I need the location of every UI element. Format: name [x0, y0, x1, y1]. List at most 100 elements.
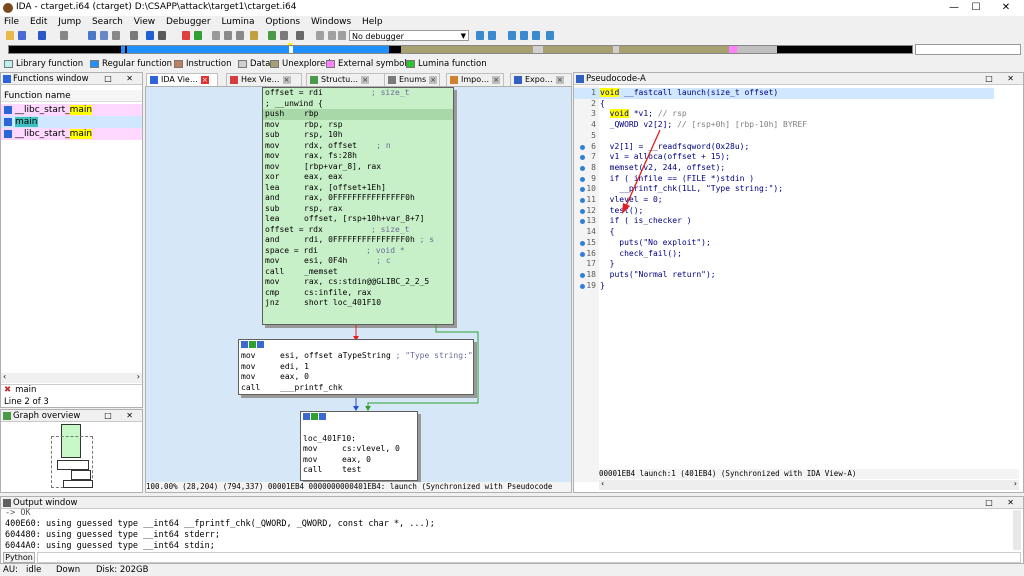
debugger-select[interactable]: No debugger ▼: [349, 30, 469, 41]
tab-hex-view[interactable]: Hex Vie… ×: [226, 73, 302, 86]
menu-windows[interactable]: Windows: [307, 16, 355, 29]
search-text-icon[interactable]: [130, 31, 138, 40]
menu-help[interactable]: Help: [358, 16, 387, 29]
menu-file[interactable]: File: [0, 16, 23, 29]
pause-icon[interactable]: [328, 31, 336, 40]
menu-jump[interactable]: Jump: [54, 16, 85, 29]
color-legend: Library function Regular function Instru…: [0, 57, 1024, 69]
legend-regular-function: Regular function: [90, 59, 172, 69]
function-icon: [4, 105, 12, 114]
lumina-push-icon[interactable]: [520, 31, 528, 40]
asm-line[interactable]: mov edi, 1: [239, 362, 473, 373]
tab-imports[interactable]: Impo… ×: [446, 73, 504, 86]
chevron-down-icon: ▼: [460, 32, 466, 40]
menu-view[interactable]: View: [130, 16, 159, 29]
asm-mnemonic: call: [303, 465, 323, 474]
binary-search-icon[interactable]: [158, 31, 166, 40]
asm-line[interactable]: mov cs:vlevel, 0: [301, 444, 417, 455]
lumina-view-icon[interactable]: [532, 31, 540, 40]
function-icon: [4, 117, 12, 126]
close-tab-icon[interactable]: ×: [282, 76, 291, 84]
menu-lumina[interactable]: Lumina: [217, 16, 258, 29]
tab-enums[interactable]: Enums ×: [384, 73, 440, 86]
down-arrow-icon[interactable]: [146, 31, 154, 40]
python-language-button[interactable]: Python: [3, 552, 35, 563]
output-line: 604480: using guessed type __int64 stder…: [5, 530, 220, 540]
asm-line[interactable]: loc_401F10:: [301, 434, 417, 445]
graph-node-printf[interactable]: mov esi, offset aTypeString ; "Type strin…: [238, 339, 474, 395]
functions-window-title: Functions window □ ✕: [1, 73, 142, 85]
tab-exports[interactable]: Expo… ×: [510, 73, 572, 86]
copy-icon[interactable]: [88, 31, 96, 40]
forward-icon[interactable]: [60, 31, 68, 40]
maximize-button[interactable]: ☐: [966, 1, 986, 15]
close-tab-icon[interactable]: ×: [492, 76, 501, 84]
close-tab-icon[interactable]: ×: [555, 76, 564, 84]
asm-operand: esi, offset aTypeString: [280, 351, 391, 360]
hex-icon: [230, 76, 238, 84]
output-scrollbar[interactable]: [1013, 510, 1021, 550]
enum-icon[interactable]: [280, 31, 288, 40]
struct-icon[interactable]: [268, 31, 276, 40]
data-icon[interactable]: [224, 31, 232, 40]
ida-view-graph[interactable]: offset = rdi ; size_t; __unwind {push rbp…: [145, 86, 572, 493]
function-item-main[interactable]: main: [1, 116, 142, 128]
asm-comment: ; "Type string:": [390, 351, 473, 360]
function-item-libc-start-main-2[interactable]: __libc_start_main: [1, 128, 142, 140]
asm-line[interactable]: mov eax, 0: [239, 372, 473, 383]
paste-icon[interactable]: [100, 31, 108, 40]
minimize-button[interactable]: —: [944, 1, 964, 15]
close-button[interactable]: ✕: [996, 1, 1016, 15]
menu-edit[interactable]: Edit: [26, 16, 51, 29]
green-circle-icon[interactable]: [194, 31, 202, 40]
panel-buttons[interactable]: □ ✕: [985, 497, 1020, 509]
close-search-icon[interactable]: ✖: [4, 385, 11, 395]
status-disk: Disk: 202GB: [96, 565, 149, 575]
segment-select[interactable]: [915, 44, 1021, 55]
function-search-box[interactable]: ✖ main: [1, 384, 142, 396]
asm-line[interactable]: mov esi, offset aTypeString ; "Type strin…: [239, 351, 473, 362]
asm-mnemonic: mov: [303, 454, 318, 464]
graph-node-loc-401f10[interactable]: loc_401F10: mov cs:vlevel, 0 mov eax, 0 call t…: [300, 411, 418, 481]
panel-buttons[interactable]: □ ✕: [104, 73, 139, 85]
asm-line[interactable]: call test: [301, 465, 417, 476]
x-icon[interactable]: [296, 31, 304, 40]
menu-options[interactable]: Options: [261, 16, 304, 29]
close-tab-icon[interactable]: ×: [361, 76, 370, 84]
output-line: -> OK: [5, 508, 31, 518]
close-tab-icon[interactable]: ×: [200, 76, 209, 84]
menu-search[interactable]: Search: [88, 16, 127, 29]
find-icon[interactable]: [112, 31, 120, 40]
tab-ida-view[interactable]: IDA Vie… ×: [146, 73, 218, 86]
play-icon[interactable]: [316, 31, 324, 40]
command-input[interactable]: [37, 552, 1021, 563]
tab-structures[interactable]: Structu… ×: [306, 73, 390, 86]
string-icon[interactable]: [236, 31, 244, 40]
back-icon[interactable]: [38, 31, 46, 40]
legend-data: Data: [238, 59, 270, 69]
attach-icon[interactable]: [488, 31, 496, 40]
patch-icon[interactable]: [250, 31, 258, 40]
asm-line[interactable]: call ___printf_chk: [239, 383, 473, 394]
function-name-column-header[interactable]: Function name: [1, 90, 142, 102]
asm-line[interactable]: [301, 423, 417, 434]
lumina-pull-icon[interactable]: [508, 31, 516, 40]
pseudocode-hscrollbar[interactable]: ‹ ›: [599, 479, 1019, 490]
function-item-libc-start-main[interactable]: __libc_start_main: [1, 104, 142, 116]
close-tab-icon[interactable]: ×: [429, 76, 438, 84]
lumina-diff-icon[interactable]: [546, 31, 554, 40]
graph-icon[interactable]: [182, 31, 190, 40]
status-au-label: AU:: [3, 565, 18, 575]
run-icon[interactable]: [476, 31, 484, 40]
save-icon[interactable]: [18, 31, 26, 40]
open-icon[interactable]: [6, 31, 14, 40]
asm-operand: ___printf_chk: [280, 382, 343, 392]
code-icon[interactable]: [212, 31, 220, 40]
panel-buttons[interactable]: □ ✕: [104, 410, 139, 422]
menu-debugger[interactable]: Debugger: [162, 16, 215, 29]
horizontal-scrollbar[interactable]: ‹ ›: [1, 372, 142, 383]
navigation-band[interactable]: [8, 45, 913, 54]
stop-icon[interactable]: [338, 31, 346, 40]
asm-line[interactable]: mov eax, 0: [301, 455, 417, 466]
asm-mnemonic: mov: [241, 351, 256, 360]
